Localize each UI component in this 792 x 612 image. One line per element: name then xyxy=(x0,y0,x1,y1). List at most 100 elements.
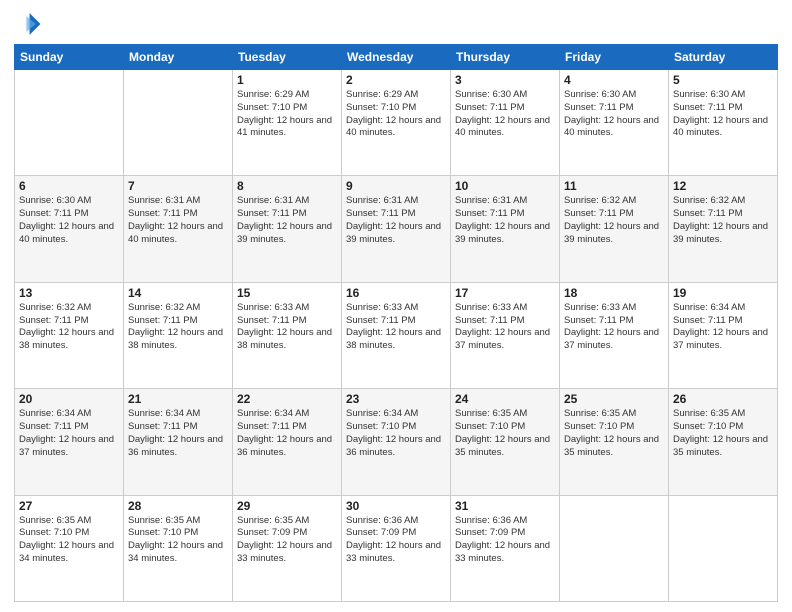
week-row-1: 1 Sunrise: 6:29 AMSunset: 7:10 PMDaylight… xyxy=(15,70,778,176)
day-number: 7 xyxy=(128,179,228,193)
day-info: Sunrise: 6:33 AMSunset: 7:11 PMDaylight:… xyxy=(564,302,664,353)
calendar-cell: 14 Sunrise: 6:32 AMSunset: 7:11 PMDayligh… xyxy=(124,282,233,388)
calendar-cell: 8 Sunrise: 6:31 AMSunset: 7:11 PMDaylight… xyxy=(233,176,342,282)
week-row-4: 20 Sunrise: 6:34 AMSunset: 7:11 PMDayligh… xyxy=(15,389,778,495)
calendar-cell: 29 Sunrise: 6:35 AMSunset: 7:09 PMDayligh… xyxy=(233,495,342,601)
calendar-cell: 28 Sunrise: 6:35 AMSunset: 7:10 PMDayligh… xyxy=(124,495,233,601)
days-header-row: SundayMondayTuesdayWednesdayThursdayFrid… xyxy=(15,45,778,70)
calendar-cell: 6Sunrise: 6:30 AMSunset: 7:11 PMDaylight… xyxy=(15,176,124,282)
calendar-cell: 5 Sunrise: 6:30 AMSunset: 7:11 PMDaylight… xyxy=(669,70,778,176)
day-number: 20 xyxy=(19,392,119,406)
calendar-cell: 7 Sunrise: 6:31 AMSunset: 7:11 PMDaylight… xyxy=(124,176,233,282)
day-info: Sunrise: 6:34 AMSunset: 7:10 PMDaylight:… xyxy=(346,408,446,459)
day-info: Sunrise: 6:31 AMSunset: 7:11 PMDaylight:… xyxy=(128,195,228,246)
calendar-cell: 31 Sunrise: 6:36 AMSunset: 7:09 PMDayligh… xyxy=(451,495,560,601)
day-number: 28 xyxy=(128,499,228,513)
day-header-thursday: Thursday xyxy=(451,45,560,70)
day-info: Sunrise: 6:36 AMSunset: 7:09 PMDaylight:… xyxy=(346,515,446,566)
day-number: 8 xyxy=(237,179,337,193)
week-row-2: 6Sunrise: 6:30 AMSunset: 7:11 PMDaylight… xyxy=(15,176,778,282)
day-info: Sunrise: 6:34 AMSunset: 7:11 PMDaylight:… xyxy=(128,408,228,459)
day-info: Sunrise: 6:33 AMSunset: 7:11 PMDaylight:… xyxy=(346,302,446,353)
header xyxy=(14,10,778,38)
day-number: 19 xyxy=(673,286,773,300)
calendar-cell: 20 Sunrise: 6:34 AMSunset: 7:11 PMDayligh… xyxy=(15,389,124,495)
day-info: Sunrise: 6:35 AMSunset: 7:10 PMDaylight:… xyxy=(19,515,119,566)
calendar-cell: 15 Sunrise: 6:33 AMSunset: 7:11 PMDayligh… xyxy=(233,282,342,388)
calendar-cell: 19Sunrise: 6:34 AMSunset: 7:11 PMDayligh… xyxy=(669,282,778,388)
day-number: 29 xyxy=(237,499,337,513)
calendar-cell: 11 Sunrise: 6:32 AMSunset: 7:11 PMDayligh… xyxy=(560,176,669,282)
week-row-3: 13Sunrise: 6:32 AMSunset: 7:11 PMDayligh… xyxy=(15,282,778,388)
logo-icon xyxy=(14,10,42,38)
calendar-cell: 22 Sunrise: 6:34 AMSunset: 7:11 PMDayligh… xyxy=(233,389,342,495)
calendar-cell: 23 Sunrise: 6:34 AMSunset: 7:10 PMDayligh… xyxy=(342,389,451,495)
calendar-cell xyxy=(560,495,669,601)
week-row-5: 27 Sunrise: 6:35 AMSunset: 7:10 PMDayligh… xyxy=(15,495,778,601)
logo xyxy=(14,10,46,38)
day-number: 23 xyxy=(346,392,446,406)
day-header-saturday: Saturday xyxy=(669,45,778,70)
day-info: Sunrise: 6:29 AMSunset: 7:10 PMDaylight:… xyxy=(237,89,337,140)
day-header-tuesday: Tuesday xyxy=(233,45,342,70)
calendar-table: SundayMondayTuesdayWednesdayThursdayFrid… xyxy=(14,44,778,602)
calendar-cell xyxy=(15,70,124,176)
day-number: 22 xyxy=(237,392,337,406)
day-info: Sunrise: 6:34 AMSunset: 7:11 PMDaylight:… xyxy=(19,408,119,459)
day-info: Sunrise: 6:30 AMSunset: 7:11 PMDaylight:… xyxy=(19,195,119,246)
calendar-cell: 12 Sunrise: 6:32 AMSunset: 7:11 PMDayligh… xyxy=(669,176,778,282)
day-number: 2 xyxy=(346,73,446,87)
calendar-cell: 9Sunrise: 6:31 AMSunset: 7:11 PMDaylight… xyxy=(342,176,451,282)
day-number: 24 xyxy=(455,392,555,406)
day-number: 17 xyxy=(455,286,555,300)
day-info: Sunrise: 6:33 AMSunset: 7:11 PMDaylight:… xyxy=(237,302,337,353)
day-info: Sunrise: 6:31 AMSunset: 7:11 PMDaylight:… xyxy=(237,195,337,246)
day-info: Sunrise: 6:35 AMSunset: 7:10 PMDaylight:… xyxy=(564,408,664,459)
day-number: 25 xyxy=(564,392,664,406)
day-number: 11 xyxy=(564,179,664,193)
day-info: Sunrise: 6:30 AMSunset: 7:11 PMDaylight:… xyxy=(455,89,555,140)
day-info: Sunrise: 6:35 AMSunset: 7:09 PMDaylight:… xyxy=(237,515,337,566)
calendar-cell: 4 Sunrise: 6:30 AMSunset: 7:11 PMDaylight… xyxy=(560,70,669,176)
day-number: 31 xyxy=(455,499,555,513)
day-number: 10 xyxy=(455,179,555,193)
day-number: 16 xyxy=(346,286,446,300)
day-number: 27 xyxy=(19,499,119,513)
day-number: 1 xyxy=(237,73,337,87)
day-number: 18 xyxy=(564,286,664,300)
day-number: 3 xyxy=(455,73,555,87)
calendar-cell: 10 Sunrise: 6:31 AMSunset: 7:11 PMDayligh… xyxy=(451,176,560,282)
day-number: 15 xyxy=(237,286,337,300)
calendar-cell: 2 Sunrise: 6:29 AMSunset: 7:10 PMDaylight… xyxy=(342,70,451,176)
day-info: Sunrise: 6:30 AMSunset: 7:11 PMDaylight:… xyxy=(564,89,664,140)
day-info: Sunrise: 6:29 AMSunset: 7:10 PMDaylight:… xyxy=(346,89,446,140)
day-number: 30 xyxy=(346,499,446,513)
day-info: Sunrise: 6:35 AMSunset: 7:10 PMDaylight:… xyxy=(455,408,555,459)
day-info: Sunrise: 6:36 AMSunset: 7:09 PMDaylight:… xyxy=(455,515,555,566)
day-header-wednesday: Wednesday xyxy=(342,45,451,70)
calendar-cell: 17Sunrise: 6:33 AMSunset: 7:11 PMDayligh… xyxy=(451,282,560,388)
day-info: Sunrise: 6:32 AMSunset: 7:11 PMDaylight:… xyxy=(19,302,119,353)
calendar-cell: 30 Sunrise: 6:36 AMSunset: 7:09 PMDayligh… xyxy=(342,495,451,601)
day-info: Sunrise: 6:30 AMSunset: 7:11 PMDaylight:… xyxy=(673,89,773,140)
day-info: Sunrise: 6:32 AMSunset: 7:11 PMDaylight:… xyxy=(128,302,228,353)
page: SundayMondayTuesdayWednesdayThursdayFrid… xyxy=(0,0,792,612)
day-info: Sunrise: 6:32 AMSunset: 7:11 PMDaylight:… xyxy=(564,195,664,246)
day-info: Sunrise: 6:35 AMSunset: 7:10 PMDaylight:… xyxy=(128,515,228,566)
calendar-cell: 24 Sunrise: 6:35 AMSunset: 7:10 PMDayligh… xyxy=(451,389,560,495)
day-info: Sunrise: 6:32 AMSunset: 7:11 PMDaylight:… xyxy=(673,195,773,246)
day-number: 14 xyxy=(128,286,228,300)
calendar-cell: 1 Sunrise: 6:29 AMSunset: 7:10 PMDaylight… xyxy=(233,70,342,176)
calendar-cell: 27 Sunrise: 6:35 AMSunset: 7:10 PMDayligh… xyxy=(15,495,124,601)
calendar-cell: 25 Sunrise: 6:35 AMSunset: 7:10 PMDayligh… xyxy=(560,389,669,495)
day-info: Sunrise: 6:31 AMSunset: 7:11 PMDaylight:… xyxy=(455,195,555,246)
day-header-sunday: Sunday xyxy=(15,45,124,70)
day-info: Sunrise: 6:34 AMSunset: 7:11 PMDaylight:… xyxy=(237,408,337,459)
day-number: 12 xyxy=(673,179,773,193)
calendar-cell: 16 Sunrise: 6:33 AMSunset: 7:11 PMDayligh… xyxy=(342,282,451,388)
day-header-monday: Monday xyxy=(124,45,233,70)
calendar-cell: 21Sunrise: 6:34 AMSunset: 7:11 PMDayligh… xyxy=(124,389,233,495)
day-number: 4 xyxy=(564,73,664,87)
calendar-cell: 26Sunrise: 6:35 AMSunset: 7:10 PMDayligh… xyxy=(669,389,778,495)
day-number: 5 xyxy=(673,73,773,87)
